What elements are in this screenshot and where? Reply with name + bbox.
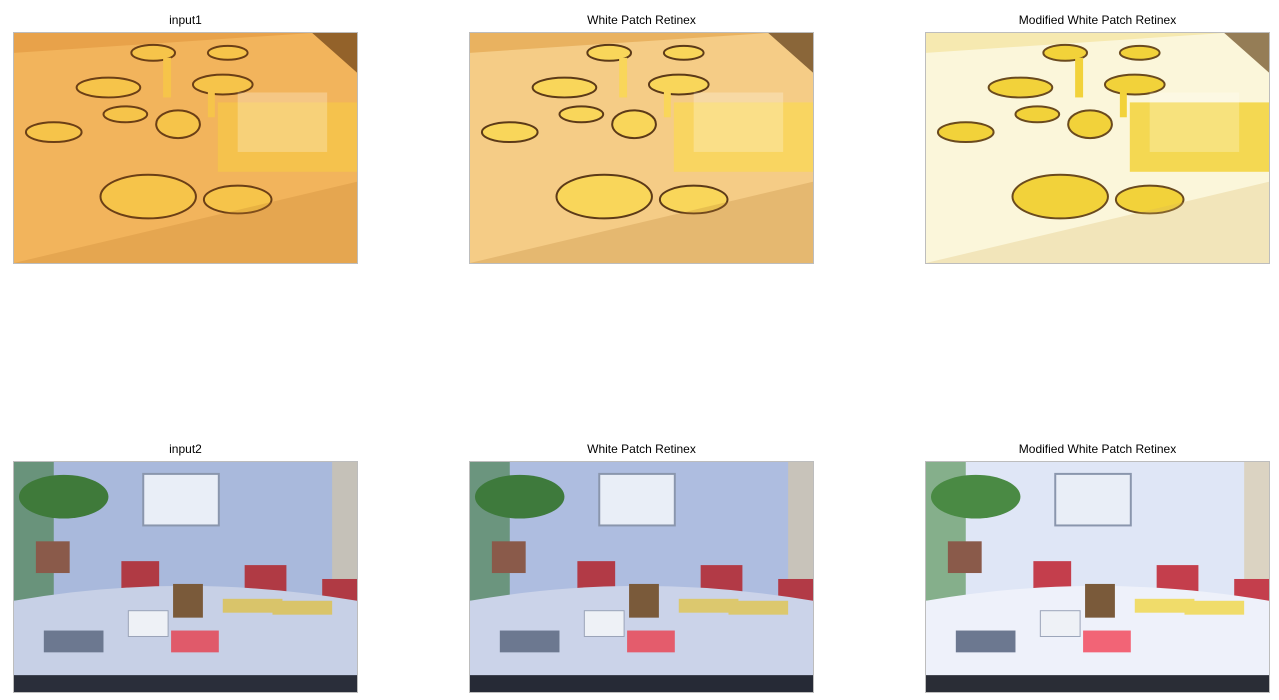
panel-title: input2 (169, 442, 202, 456)
panel-title: Modified White Patch Retinex (1018, 13, 1177, 27)
office-photo (469, 461, 814, 693)
panel-title: White Patch Retinex (587, 13, 696, 27)
panel-title: Modified White Patch Retinex (1018, 442, 1177, 456)
table-setting-photo (469, 32, 814, 264)
panel-title: input1 (169, 13, 202, 27)
table-setting-photo (925, 32, 1270, 264)
panel-title: White Patch Retinex (587, 442, 696, 456)
office-photo (13, 461, 358, 693)
table-setting-photo (13, 32, 358, 264)
office-photo (925, 461, 1270, 693)
